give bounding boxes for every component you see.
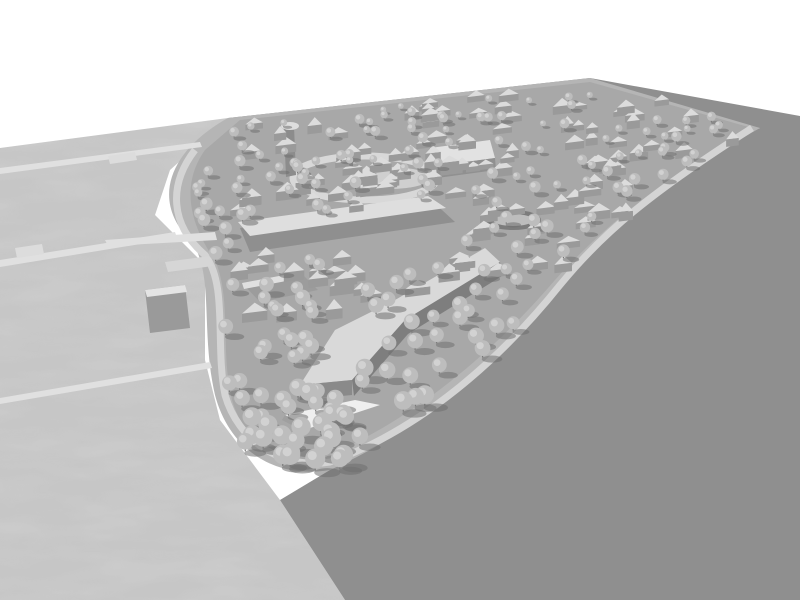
site-model-render (0, 0, 800, 600)
